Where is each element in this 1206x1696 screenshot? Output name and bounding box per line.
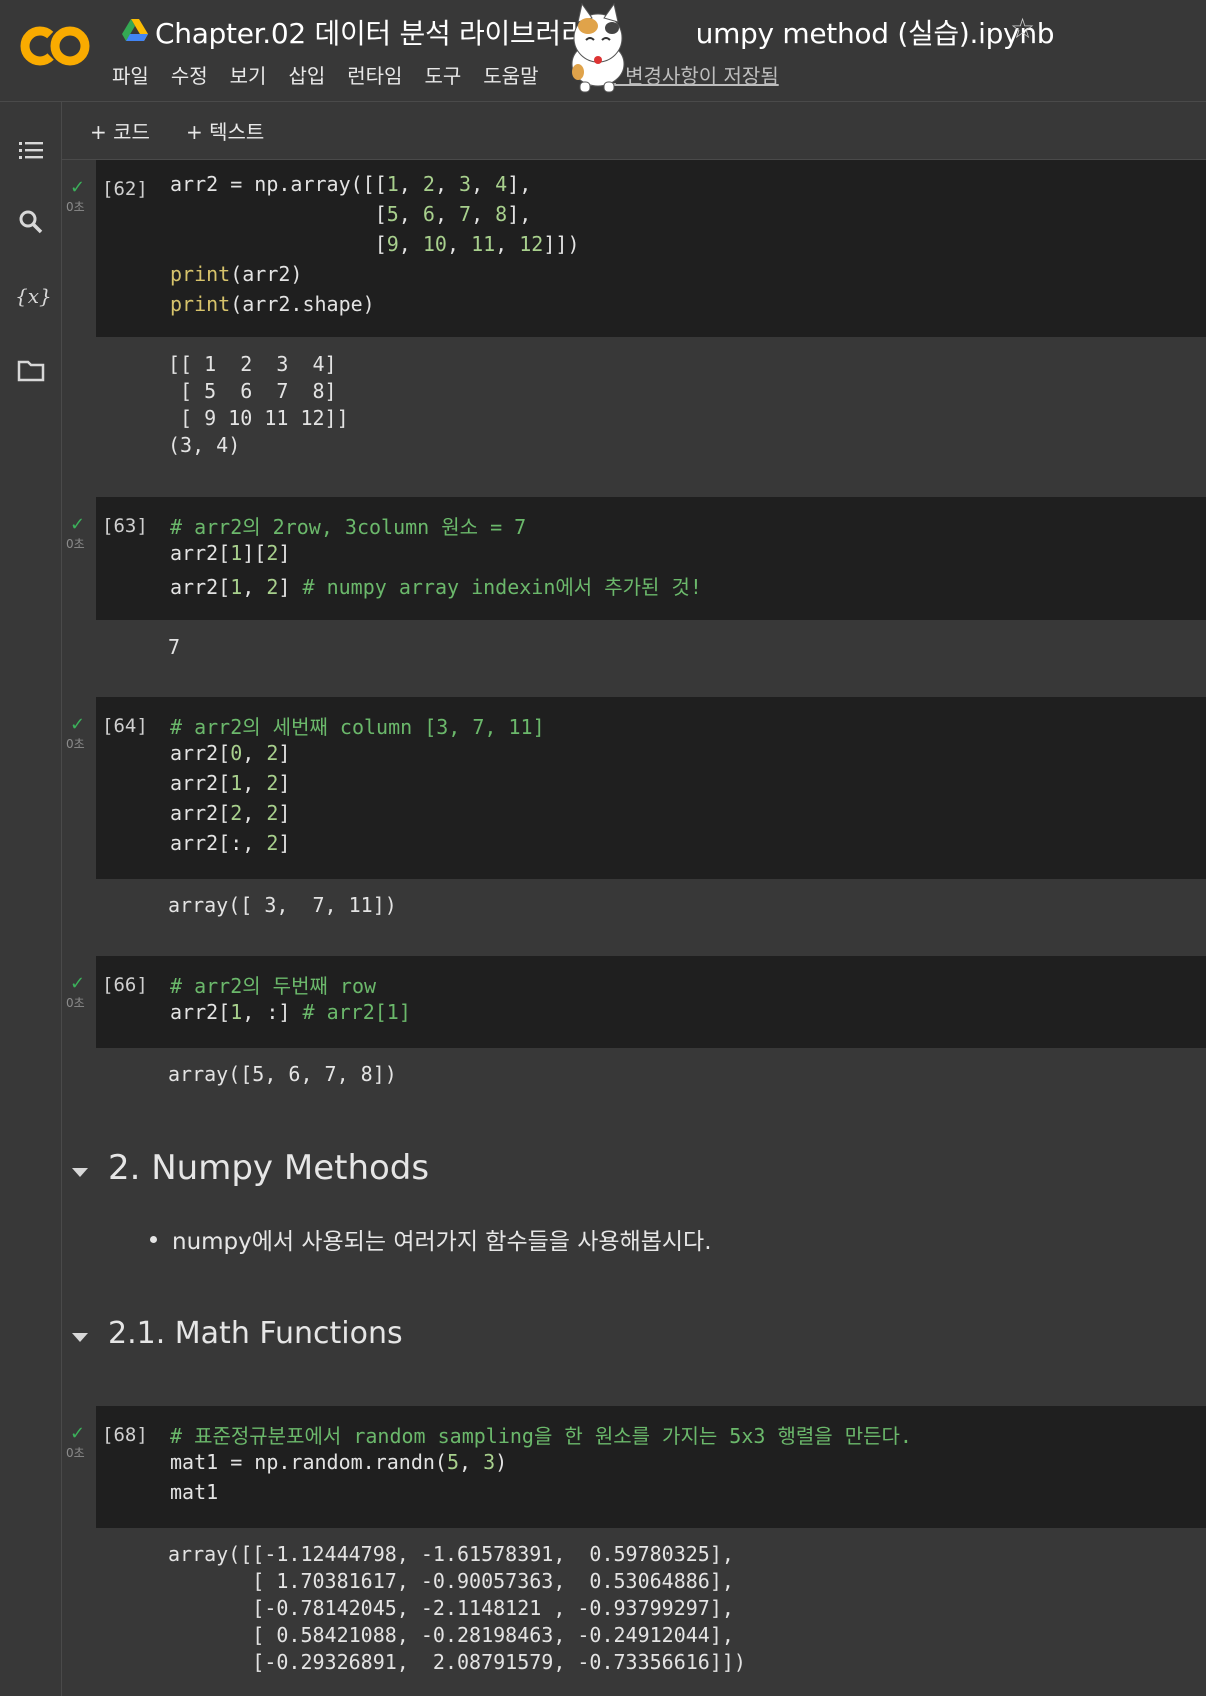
section-bullet-text: numpy에서 사용되는 여러가지 함수들을 사용해봅시다. — [172, 1229, 712, 1255]
output-line: 7 — [168, 635, 181, 659]
code-line: print(arr2) — [170, 262, 303, 286]
run-success-check-icon: ✓ — [70, 514, 86, 535]
execution-count[interactable]: [63] — [102, 515, 148, 537]
output-line: [ 5 6 7 8] — [168, 379, 337, 403]
code-comment: # 표준정규분포에서 random sampling을 한 원소를 가지는 5x… — [170, 1424, 912, 1448]
run-success-check-icon: ✓ — [70, 973, 86, 994]
app-header: Chapter.02 데이터 분석 라이브러리-0 umpy method (실습… — [0, 0, 1206, 102]
run-time-label: 0초 — [66, 1446, 85, 1460]
code-cell[interactable]: ✓ 0초 [66] # arr2의 두번째 row arr2[1, :] # a… — [62, 956, 1206, 1096]
subsection-heading: 2.1. Math Functions — [108, 1316, 403, 1351]
code-cell[interactable]: ✓ 0초 [64] # arr2의 세번째 column [3, 7, 11] … — [62, 697, 1206, 937]
code-line: arr2[1, :] # arr2[1] — [170, 1000, 411, 1024]
code-line: arr2 = np.array([[1, 2, 3, 4], — [170, 172, 532, 196]
output-line: array([[-1.12444798, -1.61578391, 0.5978… — [168, 1542, 734, 1566]
run-success-check-icon: ✓ — [70, 1423, 86, 1444]
menu-tools[interactable]: 도구 — [424, 60, 461, 89]
menu-runtime[interactable]: 런타임 — [347, 60, 402, 89]
code-comment: # arr2의 2row, 3column 원소 = 7 — [170, 515, 527, 539]
notebook-toolbar: + 코드 + 텍스트 — [62, 102, 1206, 160]
output-line: [[ 1 2 3 4] — [168, 352, 337, 376]
output-line: [-0.78142045, -2.1148121 , -0.93799297], — [168, 1596, 734, 1620]
add-text-button[interactable]: + 텍스트 — [186, 116, 264, 145]
code-line: arr2[:, 2] — [170, 831, 291, 855]
execution-count[interactable]: [68] — [102, 1424, 148, 1446]
output-line: array([5, 6, 7, 8]) — [168, 1062, 397, 1086]
code-line: print(arr2.shape) — [170, 292, 375, 316]
google-drive-icon[interactable] — [122, 18, 148, 42]
code-line: arr2[1][2] — [170, 541, 291, 565]
code-line: [5, 6, 7, 8], — [170, 202, 532, 226]
menu-file[interactable]: 파일 — [112, 60, 149, 89]
code-comment: # arr2의 세번째 column [3, 7, 11] — [170, 715, 545, 739]
run-success-check-icon: ✓ — [70, 177, 86, 198]
output-line: [-0.29326891, 2.08791579, -0.73356616]]) — [168, 1650, 746, 1674]
output-line: [ 1.70381617, -0.90057363, 0.53064886], — [168, 1569, 734, 1593]
execution-count[interactable]: [62] — [102, 178, 148, 200]
left-sidebar: {x} — [0, 102, 62, 1696]
code-cell[interactable]: ✓ 0초 [63] # arr2의 2row, 3column 원소 = 7 a… — [62, 497, 1206, 677]
collapse-section-icon[interactable] — [72, 1168, 88, 1177]
output-line: [ 9 10 11 12]] — [168, 406, 349, 430]
run-time-label: 0초 — [66, 737, 85, 751]
code-line: mat1 = np.random.randn(5, 3) — [170, 1450, 508, 1474]
output-line: [ 0.58421088, -0.28198463, -0.24912044], — [168, 1623, 734, 1647]
collapse-section-icon[interactable] — [72, 1333, 88, 1342]
table-of-contents-icon[interactable] — [15, 134, 47, 166]
cat-mascot-icon — [571, 2, 625, 93]
code-comment: # arr2의 두번째 row — [170, 974, 377, 998]
menu-edit[interactable]: 수정 — [171, 60, 208, 89]
code-cell[interactable]: ✓ 0초 [62] arr2 = np.array([[1, 2, 3, 4],… — [62, 160, 1206, 480]
menu-view[interactable]: 보기 — [230, 60, 267, 89]
code-cell[interactable]: ✓ 0초 [68] # 표준정규분포에서 random sampling을 한 … — [62, 1406, 1206, 1696]
output-line: (3, 4) — [168, 433, 241, 457]
run-time-label: 0초 — [66, 537, 85, 551]
menu-bar: 파일 수정 보기 삽입 런타임 도구 도움말 — [112, 60, 560, 89]
colab-logo[interactable] — [20, 24, 90, 68]
section-heading: 2. Numpy Methods — [108, 1148, 430, 1188]
search-icon[interactable] — [15, 206, 47, 238]
code-line: arr2[1, 2] # numpy array indexin에서 추가된 것… — [170, 575, 702, 599]
execution-count[interactable]: [66] — [102, 974, 148, 996]
run-time-label: 0초 — [66, 200, 85, 214]
run-time-label: 0초 — [66, 996, 85, 1010]
code-line: [9, 10, 11, 12]]) — [170, 232, 580, 256]
run-success-check-icon: ✓ — [70, 714, 86, 735]
menu-help[interactable]: 도움말 — [483, 60, 538, 89]
menu-insert[interactable]: 삽입 — [288, 60, 325, 89]
bullet-icon — [150, 1236, 157, 1243]
code-line: mat1 — [170, 1480, 219, 1504]
variables-icon[interactable]: {x} — [15, 280, 52, 312]
folder-icon[interactable] — [15, 354, 47, 386]
code-line: arr2[2, 2] — [170, 801, 291, 825]
code-line: arr2[0, 2] — [170, 741, 291, 765]
code-line: arr2[1, 2] — [170, 771, 291, 795]
add-code-button[interactable]: + 코드 — [90, 116, 150, 145]
star-icon[interactable]: ☆ — [1010, 12, 1035, 45]
execution-count[interactable]: [64] — [102, 715, 148, 737]
output-line: array([ 3, 7, 11]) — [168, 893, 397, 917]
